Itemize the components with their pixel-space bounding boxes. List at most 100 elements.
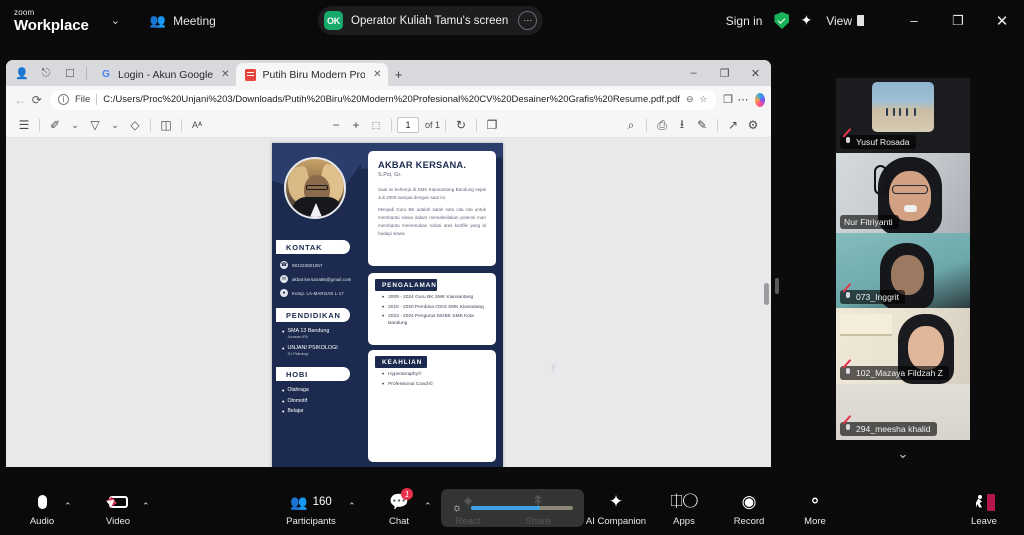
shared-browser-window: 👤 ⎋ ☐ G Login - Akun Google ✕ Putih Biru… bbox=[6, 60, 771, 467]
panel-collapse-handle[interactable] bbox=[775, 278, 779, 294]
zoom-meeting-window: zoom Workplace ⌄ 👥 Meeting OK Operator K… bbox=[0, 0, 1024, 535]
brightness-slider-track[interactable] bbox=[471, 506, 573, 510]
zoom-out-button[interactable]: − bbox=[326, 115, 346, 135]
participant-tile[interactable]: 073_Inggrit bbox=[836, 233, 970, 308]
close-icon[interactable]: ✕ bbox=[221, 69, 229, 80]
audio-button[interactable]: Audio bbox=[18, 483, 66, 535]
microphone-muted-icon bbox=[844, 137, 852, 147]
read-aloud-icon[interactable]: Aᴬ bbox=[187, 115, 207, 135]
meeting-tab[interactable]: 👥 Meeting bbox=[150, 13, 216, 29]
participant-tile-active-speaker[interactable]: Nur Fitriyanti bbox=[836, 153, 970, 233]
leave-button[interactable]: Leave bbox=[958, 483, 1010, 535]
window-close-button[interactable]: ✕ bbox=[980, 0, 1024, 41]
participant-name: Nur Fitriyanti bbox=[844, 217, 893, 227]
bullet-icon: • bbox=[282, 346, 285, 353]
info-icon[interactable]: i bbox=[57, 94, 69, 105]
url-input[interactable]: i File C:/Users/Proc%20Unjani%203/Downlo… bbox=[49, 89, 716, 110]
rotate-icon[interactable]: ↻ bbox=[451, 115, 471, 135]
browser-settings-icon[interactable]: ⋯ bbox=[736, 89, 751, 111]
reload-icon[interactable]: ⟳ bbox=[28, 89, 44, 111]
apps-button[interactable]: ⎅◯ Apps bbox=[658, 483, 710, 535]
pdf-viewport[interactable]: KONTAK ☎ 081222821057 ✉ akbar.kersana86@… bbox=[6, 138, 771, 467]
close-icon[interactable]: ✕ bbox=[373, 69, 381, 80]
sign-in-button[interactable]: Sign in bbox=[726, 14, 763, 28]
sparkle-icon[interactable]: ✦ bbox=[800, 12, 812, 29]
chat-button[interactable]: 💬 1 Chat bbox=[375, 483, 423, 535]
chat-button-label: Chat bbox=[388, 516, 410, 527]
browser-close-button[interactable]: ✕ bbox=[740, 60, 771, 86]
page-total-label: of 1 bbox=[425, 120, 441, 130]
table-of-contents-icon[interactable]: ☰ bbox=[14, 115, 34, 135]
tab-search-icon[interactable]: ☐ bbox=[58, 60, 82, 86]
people-icon: 👥 160 bbox=[290, 493, 332, 510]
brightness-slider-fill bbox=[471, 506, 541, 510]
erase-icon[interactable]: ◇ bbox=[125, 115, 145, 135]
hobby-label: Otomotif bbox=[287, 397, 308, 404]
profile-icon[interactable]: 👤 bbox=[10, 60, 34, 86]
people-icon: 👥 bbox=[149, 12, 167, 28]
print-icon[interactable]: ⎙ bbox=[652, 115, 672, 135]
bookmark-star-icon[interactable]: ☆ bbox=[699, 94, 707, 105]
contact-value: akbar.kersana86@gmail.com bbox=[292, 276, 352, 282]
scroll-down-chevron-icon[interactable]: ⌄ bbox=[836, 446, 970, 462]
participants-caret-icon[interactable]: ⌃ bbox=[348, 501, 356, 512]
window-minimize-button[interactable]: – bbox=[892, 0, 936, 41]
screen-share-indicator[interactable]: OK Operator Kuliah Tamu's screen ⋯ bbox=[318, 6, 544, 35]
fit-to-page-icon[interactable]: ⬚ bbox=[366, 115, 386, 135]
participant-name-badge: Nur Fitriyanti bbox=[840, 215, 899, 229]
browser-tab-google-login[interactable]: G Login - Akun Google ✕ bbox=[91, 63, 236, 86]
browser-minimize-button[interactable]: – bbox=[678, 60, 709, 86]
video-options-caret-icon[interactable]: ⌃ bbox=[142, 501, 150, 512]
fullscreen-icon[interactable]: ↗ bbox=[723, 115, 743, 135]
pdf-scrollbar-thumb[interactable] bbox=[764, 283, 769, 305]
share-more-icon[interactable]: ⋯ bbox=[518, 11, 538, 30]
participant-tile[interactable]: 102_Mazaya Fildzah Z bbox=[836, 308, 970, 384]
new-tab-button[interactable]: + bbox=[388, 63, 410, 86]
shield-check-icon[interactable] bbox=[774, 12, 790, 29]
education-subtitle: Jurusan IPA bbox=[287, 335, 308, 339]
view-button[interactable]: View bbox=[826, 14, 870, 28]
edit-icon[interactable]: ✎ bbox=[692, 115, 712, 135]
highlight-icon[interactable]: ✐ bbox=[45, 115, 65, 135]
browser-tab-pdf[interactable]: Putih Biru Modern Profesional CV ✕ bbox=[235, 63, 388, 86]
page-view-icon[interactable]: ❐ bbox=[482, 115, 502, 135]
page-number-input[interactable]: 1 bbox=[397, 117, 419, 133]
camera-muted-icon bbox=[108, 491, 128, 513]
zoom-icon[interactable]: ⊖ bbox=[686, 94, 694, 105]
participants-button[interactable]: 👥 160 Participants bbox=[280, 483, 342, 535]
search-icon[interactable]: ⌕ bbox=[621, 115, 641, 135]
chat-caret-icon[interactable]: ⌃ bbox=[424, 501, 432, 512]
bullet-icon: • bbox=[282, 409, 285, 416]
collections-icon[interactable]: ❐ bbox=[721, 89, 736, 111]
draw-icon[interactable]: ▽ bbox=[85, 115, 105, 135]
record-button[interactable]: ◉ Record bbox=[722, 483, 776, 535]
hobby-item: • Olahraga bbox=[282, 387, 361, 395]
back-icon[interactable]: ← bbox=[12, 89, 28, 111]
participant-tile[interactable]: Yusuf Rosada bbox=[836, 78, 970, 153]
chevron-down-icon[interactable]: ⌄ bbox=[105, 115, 125, 135]
cv-document-page: KONTAK ☎ 081222821057 ✉ akbar.kersana86@… bbox=[272, 143, 503, 467]
save-icon[interactable]: ⭳ bbox=[672, 115, 692, 135]
audio-options-caret-icon[interactable]: ⌃ bbox=[64, 501, 72, 512]
meeting-tab-label: Meeting bbox=[173, 13, 216, 28]
view-button-label: View bbox=[826, 13, 852, 28]
education-item: • SMA 13 Bandung Jurusan IPA bbox=[282, 328, 361, 339]
window-maximize-button[interactable]: ❐ bbox=[936, 0, 980, 41]
workspaces-icon[interactable]: ⎋ bbox=[34, 60, 58, 86]
layout-icon bbox=[857, 15, 870, 26]
brightness-slider-popup[interactable]: ☼ bbox=[441, 489, 584, 527]
video-button[interactable]: Video bbox=[94, 483, 142, 535]
chevron-down-icon[interactable]: ⌄ bbox=[65, 115, 85, 135]
more-button[interactable]: ⚬ More bbox=[790, 483, 840, 535]
chevron-down-icon[interactable]: ⌄ bbox=[111, 14, 120, 27]
copilot-icon[interactable] bbox=[754, 92, 766, 107]
participant-tile[interactable]: 294_meesha khalid bbox=[836, 384, 970, 440]
browser-restore-button[interactable]: ❐ bbox=[709, 60, 740, 86]
participant-video-strip: Yusuf Rosada Nur Fitriyanti 073_Inggrit bbox=[836, 78, 970, 462]
zoom-in-button[interactable]: + bbox=[346, 115, 366, 135]
page-layout-icon[interactable]: ◫ bbox=[156, 115, 176, 135]
ai-companion-button[interactable]: ✦ AI Companion bbox=[576, 483, 656, 535]
bullet-icon: • bbox=[282, 388, 285, 395]
pdf-settings-icon[interactable]: ⚙ bbox=[743, 115, 763, 135]
cv-skills-list: • Hypnoteraphy© • Professional Coach© bbox=[382, 372, 488, 391]
